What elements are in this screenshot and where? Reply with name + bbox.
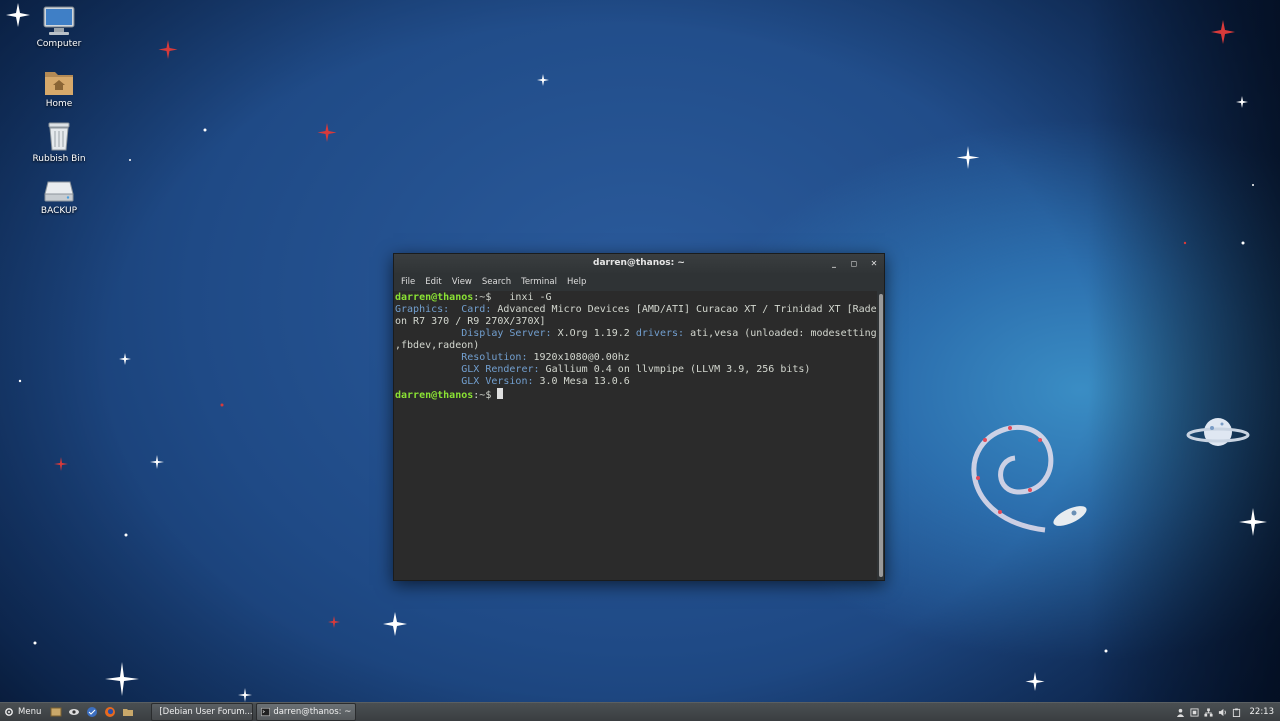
eye-of-gnome-icon[interactable]: [67, 705, 81, 719]
card-label: Card:: [461, 304, 491, 315]
terminal-window[interactable]: darren@thanos: ~ _ ◻ ✕ File Edit View Se…: [393, 253, 885, 581]
glx-renderer-label: GLX Renderer:: [461, 364, 539, 375]
text-cursor: [497, 388, 503, 399]
graphics-label: Graphics:: [395, 304, 449, 315]
menu-view[interactable]: View: [447, 273, 477, 291]
command-text: inxi -G: [497, 292, 551, 303]
update-icon[interactable]: [1190, 707, 1200, 717]
resolution-value: 1920x1080@0.00hz: [534, 352, 630, 363]
network-icon[interactable]: [1204, 707, 1214, 717]
menu-help[interactable]: Help: [562, 273, 591, 291]
user-icon[interactable]: [1176, 707, 1186, 717]
minimize-button[interactable]: _: [828, 258, 840, 270]
desktop-icon-label: Rubbish Bin: [19, 154, 99, 164]
display-server-label: Display Server:: [461, 328, 551, 339]
system-tray: 22:13: [1176, 707, 1280, 717]
clock[interactable]: 22:13: [1250, 707, 1275, 717]
drive-icon: [43, 178, 75, 204]
glx-renderer-value: Gallium 0.4 on llvmpipe (LLVM 3.9, 256 b…: [546, 364, 811, 375]
file-manager-icon[interactable]: [121, 705, 135, 719]
prompt-suffix: :~$: [473, 390, 497, 401]
desktop-icon-label: BACKUP: [19, 206, 99, 216]
menu-search[interactable]: Search: [477, 273, 516, 291]
menu-terminal[interactable]: Terminal: [516, 273, 562, 291]
show-desktop-icon[interactable]: [49, 705, 63, 719]
prompt-suffix: :~$: [473, 292, 497, 303]
trash-icon: [44, 120, 74, 152]
menu-button[interactable]: Menu: [0, 707, 47, 717]
drivers-value-cont: ,fbdev,radeon): [395, 340, 479, 351]
clipboard-icon[interactable]: [1232, 707, 1242, 717]
card-value-cont: on R7 370 / R9 270X/370X]: [395, 316, 546, 327]
desktop-icon-label: Home: [19, 99, 99, 109]
menu-label: Menu: [18, 707, 41, 717]
taskbar-item-browser[interactable]: [Debian User Forum...: [151, 703, 253, 721]
window-title: darren@thanos: ~: [593, 258, 685, 268]
desktop-icon-label: Computer: [19, 39, 99, 49]
card-value: Advanced Micro Devices [AMD/ATI] Curacao…: [497, 304, 876, 315]
home-folder-icon: [42, 67, 76, 97]
desktop-icon-home[interactable]: Home: [19, 67, 99, 109]
glx-version-value: 3.0 Mesa 13.0.6: [540, 376, 630, 387]
volume-icon[interactable]: [1218, 707, 1228, 717]
desktop-icon-backup[interactable]: BACKUP: [19, 178, 99, 216]
display-server-value: X.Org 1.19.2: [558, 328, 630, 339]
maximize-button[interactable]: ◻: [848, 258, 860, 270]
glx-version-label: GLX Version:: [461, 376, 533, 387]
drivers-label: drivers:: [636, 328, 684, 339]
menu-edit[interactable]: Edit: [420, 273, 446, 291]
taskbar-item-label: [Debian User Forum...: [159, 707, 252, 717]
taskbar-item-label: darren@thanos: ~: [273, 707, 351, 717]
prompt-user: darren@thanos: [395, 390, 473, 401]
terminal-scrollbar[interactable]: [879, 294, 883, 577]
drivers-value: ati,vesa (unloaded: modesetting: [690, 328, 877, 339]
taskbar-item-terminal[interactable]: darren@thanos: ~: [256, 703, 356, 721]
terminal-output[interactable]: darren@thanos:~$ inxi -G Graphics: Card:…: [394, 291, 877, 580]
firefox-icon[interactable]: [103, 705, 117, 719]
prompt-user: darren@thanos: [395, 292, 473, 303]
computer-icon: [42, 5, 76, 37]
menu-gear-icon: [4, 707, 14, 717]
desktop-icon-rubbish-bin[interactable]: Rubbish Bin: [19, 120, 99, 164]
terminal-icon: [261, 707, 270, 717]
package-manager-icon[interactable]: [85, 705, 99, 719]
bottom-panel: Menu [Debian User Forum... darren@thanos…: [0, 702, 1280, 721]
menu-file[interactable]: File: [396, 273, 420, 291]
terminal-menubar: File Edit View Search Terminal Help: [394, 273, 884, 291]
desktop-icon-computer[interactable]: Computer: [19, 5, 99, 49]
window-titlebar[interactable]: darren@thanos: ~ _ ◻ ✕: [394, 254, 884, 273]
resolution-label: Resolution:: [461, 352, 527, 363]
close-button[interactable]: ✕: [868, 258, 880, 270]
